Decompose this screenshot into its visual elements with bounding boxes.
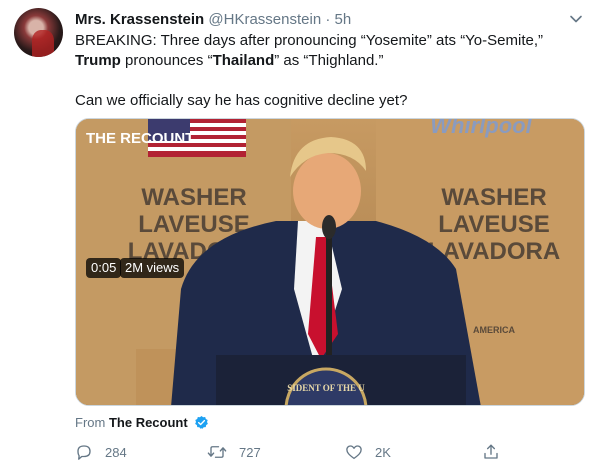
sign-right-footer: AMERICA bbox=[473, 325, 515, 335]
reply-button[interactable]: 284 bbox=[75, 442, 127, 462]
media-source: From The Recount bbox=[75, 415, 209, 430]
tweet[interactable]: Mrs. Krassenstein @HKrassenstein · 5h BR… bbox=[0, 0, 600, 469]
tweet-text-line-3: Can we officially say he has cognitive d… bbox=[75, 92, 408, 109]
sign-right-line-2: LAVEUSE bbox=[438, 211, 550, 238]
video-views: 2M views bbox=[120, 258, 185, 278]
share-icon bbox=[484, 444, 498, 459]
bold-trump: Trump bbox=[75, 52, 121, 69]
video-duration: 0:05 bbox=[86, 258, 122, 278]
like-icon bbox=[346, 445, 362, 460]
separator-dot: · bbox=[325, 11, 331, 28]
bold-thailand: Thailand bbox=[212, 52, 275, 69]
share-button[interactable] bbox=[482, 442, 512, 462]
recount-watermark: THE RECOUNT bbox=[86, 130, 194, 147]
retweet-count: 727 bbox=[239, 444, 261, 460]
source-account[interactable]: The Recount bbox=[109, 415, 188, 430]
tweet-time[interactable]: 5h bbox=[335, 11, 352, 28]
from-prefix: From bbox=[75, 415, 106, 430]
sign-right-brand: Whirlpool bbox=[430, 119, 532, 138]
like-count: 2K bbox=[375, 444, 391, 460]
avatar[interactable] bbox=[14, 8, 63, 57]
reply-count: 284 bbox=[105, 444, 127, 460]
tweet-text-line-1: BREAKING: Three days after pronouncing “… bbox=[75, 32, 543, 49]
verified-icon bbox=[195, 415, 209, 429]
reply-icon bbox=[77, 445, 91, 460]
text-end: ” as “Thighland.” bbox=[274, 52, 384, 69]
author-handle[interactable]: @HKrassenstein bbox=[208, 11, 321, 28]
like-button[interactable]: 2K bbox=[345, 442, 391, 462]
seal-text: SIDENT OF THE U bbox=[287, 383, 365, 393]
sign-right-line-1: WASHER bbox=[441, 184, 546, 211]
retweet-button[interactable]: 727 bbox=[207, 442, 261, 462]
retweet-icon bbox=[207, 446, 227, 458]
tweet-actions: 284 727 2K bbox=[75, 442, 505, 462]
sign-left-line-1: WASHER bbox=[141, 184, 246, 211]
tweet-text: BREAKING: Three days after pronouncing “… bbox=[75, 31, 590, 111]
text-mid: pronounces “ bbox=[120, 52, 213, 69]
tweet-header: Mrs. Krassenstein @HKrassenstein · 5h bbox=[75, 10, 351, 29]
author-name[interactable]: Mrs. Krassenstein bbox=[75, 11, 204, 28]
tweet-text-line-2: Trump pronounces “Thailand” as “Thighlan… bbox=[75, 51, 590, 71]
sign-left-line-2: LAVEUSE bbox=[138, 211, 250, 238]
caret-down-icon[interactable] bbox=[569, 12, 583, 26]
